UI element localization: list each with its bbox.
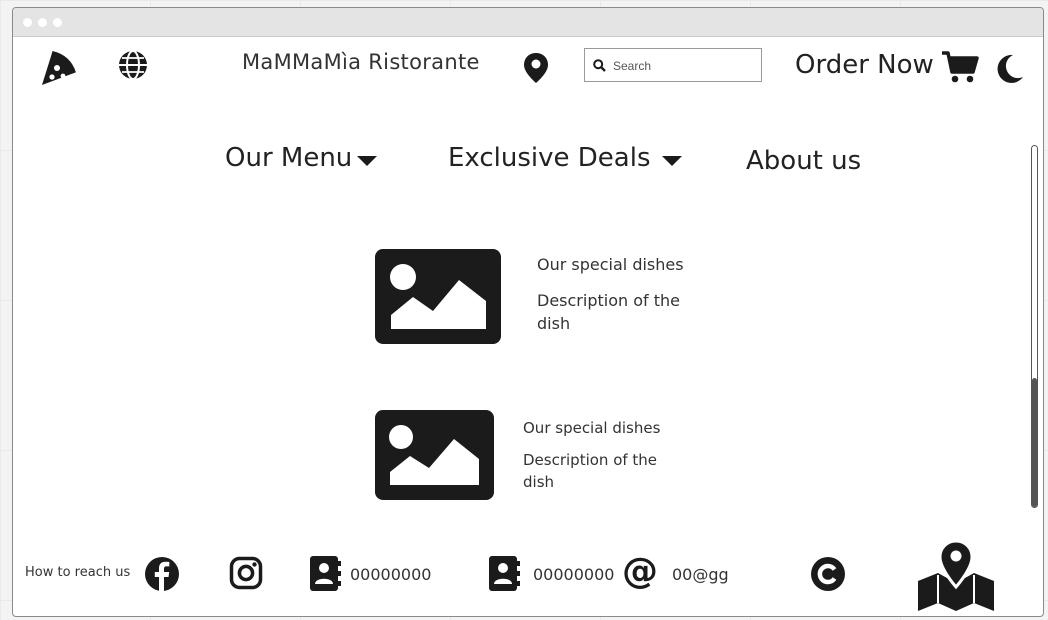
caret-down-icon[interactable] (661, 144, 683, 174)
dish-image (375, 410, 494, 500)
dish-title: Our special dishes (523, 419, 661, 437)
image-placeholder-icon (389, 425, 479, 485)
order-now-link[interactable]: Order Now (795, 50, 934, 80)
dish-description: Description of the dish (537, 291, 680, 333)
search-icon[interactable] (593, 59, 606, 72)
dish-image (375, 249, 501, 344)
map-pin-icon[interactable] (916, 539, 996, 613)
phone-number[interactable]: 00000000 (533, 565, 614, 584)
window-dot (23, 18, 32, 27)
nav-label: Exclusive Deals (448, 143, 651, 173)
caret-down-icon[interactable] (356, 144, 378, 174)
image-placeholder-icon (390, 264, 486, 329)
shopping-cart-icon[interactable] (941, 50, 979, 84)
svg-text:@: @ (622, 554, 658, 590)
phone-number[interactable]: 00000000 (350, 565, 431, 584)
browser-window: MaMMaMìa Ristorante Order Now Ou (12, 7, 1044, 617)
window-titlebar (13, 8, 1043, 37)
instagram-icon[interactable] (229, 556, 263, 590)
copyright-icon (810, 556, 846, 592)
window-dot (38, 18, 47, 27)
nav-label: About us (746, 146, 862, 176)
nav-label: Our Menu (225, 143, 353, 173)
globe-icon[interactable] (117, 49, 149, 81)
scrollbar-thumb[interactable] (1032, 378, 1037, 507)
nav-our-menu[interactable]: Our Menu (225, 143, 378, 174)
brand-name[interactable]: MaMMaMìa Ristorante (242, 50, 480, 74)
facebook-icon[interactable] (144, 556, 180, 592)
how-to-reach-label: How to reach us (25, 565, 131, 580)
at-sign-icon[interactable]: @ (621, 554, 659, 590)
pizza-slice-icon[interactable] (39, 48, 77, 86)
contact-book-icon[interactable] (488, 555, 520, 592)
nav-about-us[interactable]: About us (746, 146, 861, 176)
dish-description: Description of the dish (523, 451, 658, 491)
nav-exclusive-deals[interactable]: Exclusive Deals (448, 143, 683, 174)
dish-title: Our special dishes (537, 255, 684, 274)
window-dot (53, 18, 62, 27)
search-input[interactable] (611, 55, 755, 77)
contact-book-icon[interactable] (309, 555, 341, 592)
search-box[interactable] (584, 48, 762, 82)
email-address[interactable]: 00@gg (672, 565, 729, 584)
location-pin-icon[interactable] (523, 52, 549, 84)
moon-icon[interactable] (994, 54, 1024, 84)
